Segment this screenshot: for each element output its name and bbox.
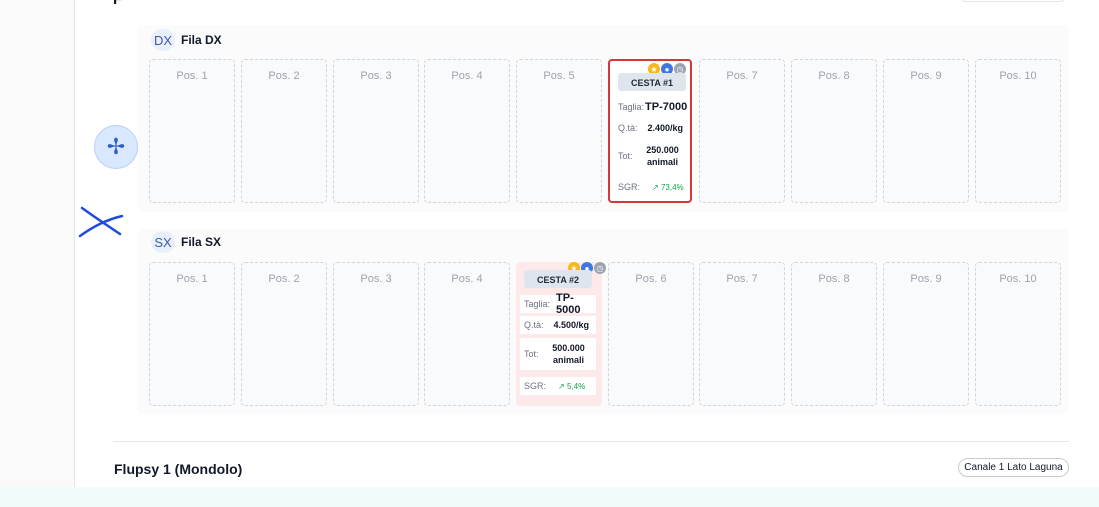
slot-dx-1[interactable]: Pos. 1 [149, 59, 235, 203]
slot-dx-5[interactable]: Pos. 5 [516, 59, 602, 203]
row-header: SX Fila SX [151, 231, 221, 253]
slot-sx-7[interactable]: Pos. 7 [699, 262, 785, 406]
slot-dx-8[interactable]: Pos. 8 [791, 59, 877, 203]
basket-card-1[interactable]: ★ ● ◷ CESTA #1 Taglia: TP-7000 Q.tà: 2.4… [608, 59, 692, 203]
basket-qty-field: Q.tà: 2.400/kg [614, 119, 690, 137]
previous-section-title: F [113, 0, 122, 8]
section-divider [113, 441, 1069, 442]
row-badge: DX [151, 29, 175, 51]
slot-dx-7[interactable]: Pos. 7 [699, 59, 785, 203]
clock-icon: ◷ [594, 262, 606, 274]
page-footer-band [0, 487, 1099, 507]
slot-sx-3[interactable]: Pos. 3 [333, 262, 419, 406]
basket-size-field: Taglia: TP-5000 [520, 292, 596, 316]
slot-sx-6[interactable]: Pos. 6 [608, 262, 694, 406]
slot-dx-9[interactable]: Pos. 9 [883, 59, 969, 203]
slot-sx-10[interactable]: Pos. 10 [975, 262, 1061, 406]
settings-fan-icon[interactable]: ✢ [94, 125, 138, 169]
basket-total-field: Tot: 500.000 animali [520, 338, 596, 370]
page: F DX Fila DX Pos. 1 Pos. 2 Pos. 3 Pos. 4… [0, 0, 1099, 507]
slot-sx-9[interactable]: Pos. 9 [883, 262, 969, 406]
slot-sx-8[interactable]: Pos. 8 [791, 262, 877, 406]
row-header: DX Fila DX [151, 29, 222, 51]
slot-sx-2[interactable]: Pos. 2 [241, 262, 327, 406]
basket-card-2[interactable]: ★ ● ◷ CESTA #2 Taglia: TP-5000 Q.tà: 4.5… [516, 262, 606, 406]
top-action-button[interactable] [961, 0, 1065, 2]
row-badge: SX [151, 231, 175, 253]
basket-qty-field: Q.tà: 4.500/kg [520, 316, 596, 334]
slot-sx-1[interactable]: Pos. 1 [149, 262, 235, 406]
row-label: Fila SX [181, 235, 222, 249]
slot-dx-10[interactable]: Pos. 10 [975, 59, 1061, 203]
basket-total-field: Tot: 250.000 animali [614, 140, 690, 172]
basket-title: CESTA #2 [524, 270, 592, 288]
row-label: Fila DX [181, 33, 222, 47]
slot-dx-2[interactable]: Pos. 2 [241, 59, 327, 203]
basket-size-field: Taglia: TP-7000 [614, 98, 690, 116]
slot-dx-4[interactable]: Pos. 4 [424, 59, 510, 203]
slot-dx-3[interactable]: Pos. 3 [333, 59, 419, 203]
basket-sgr-field: SGR: ↗ 5,4% [520, 377, 596, 395]
basket-sgr-field: SGR: ↗ 73,4% [614, 178, 690, 196]
flupsy-title: Flupsy 1 (Mondolo) [114, 461, 243, 477]
close-cross-icon[interactable] [76, 204, 124, 240]
basket-title: CESTA #1 [618, 73, 686, 91]
slot-sx-4[interactable]: Pos. 4 [424, 262, 510, 406]
channel-chip[interactable]: Canale 1 Lato Laguna [958, 458, 1069, 477]
left-gutter [0, 0, 74, 487]
